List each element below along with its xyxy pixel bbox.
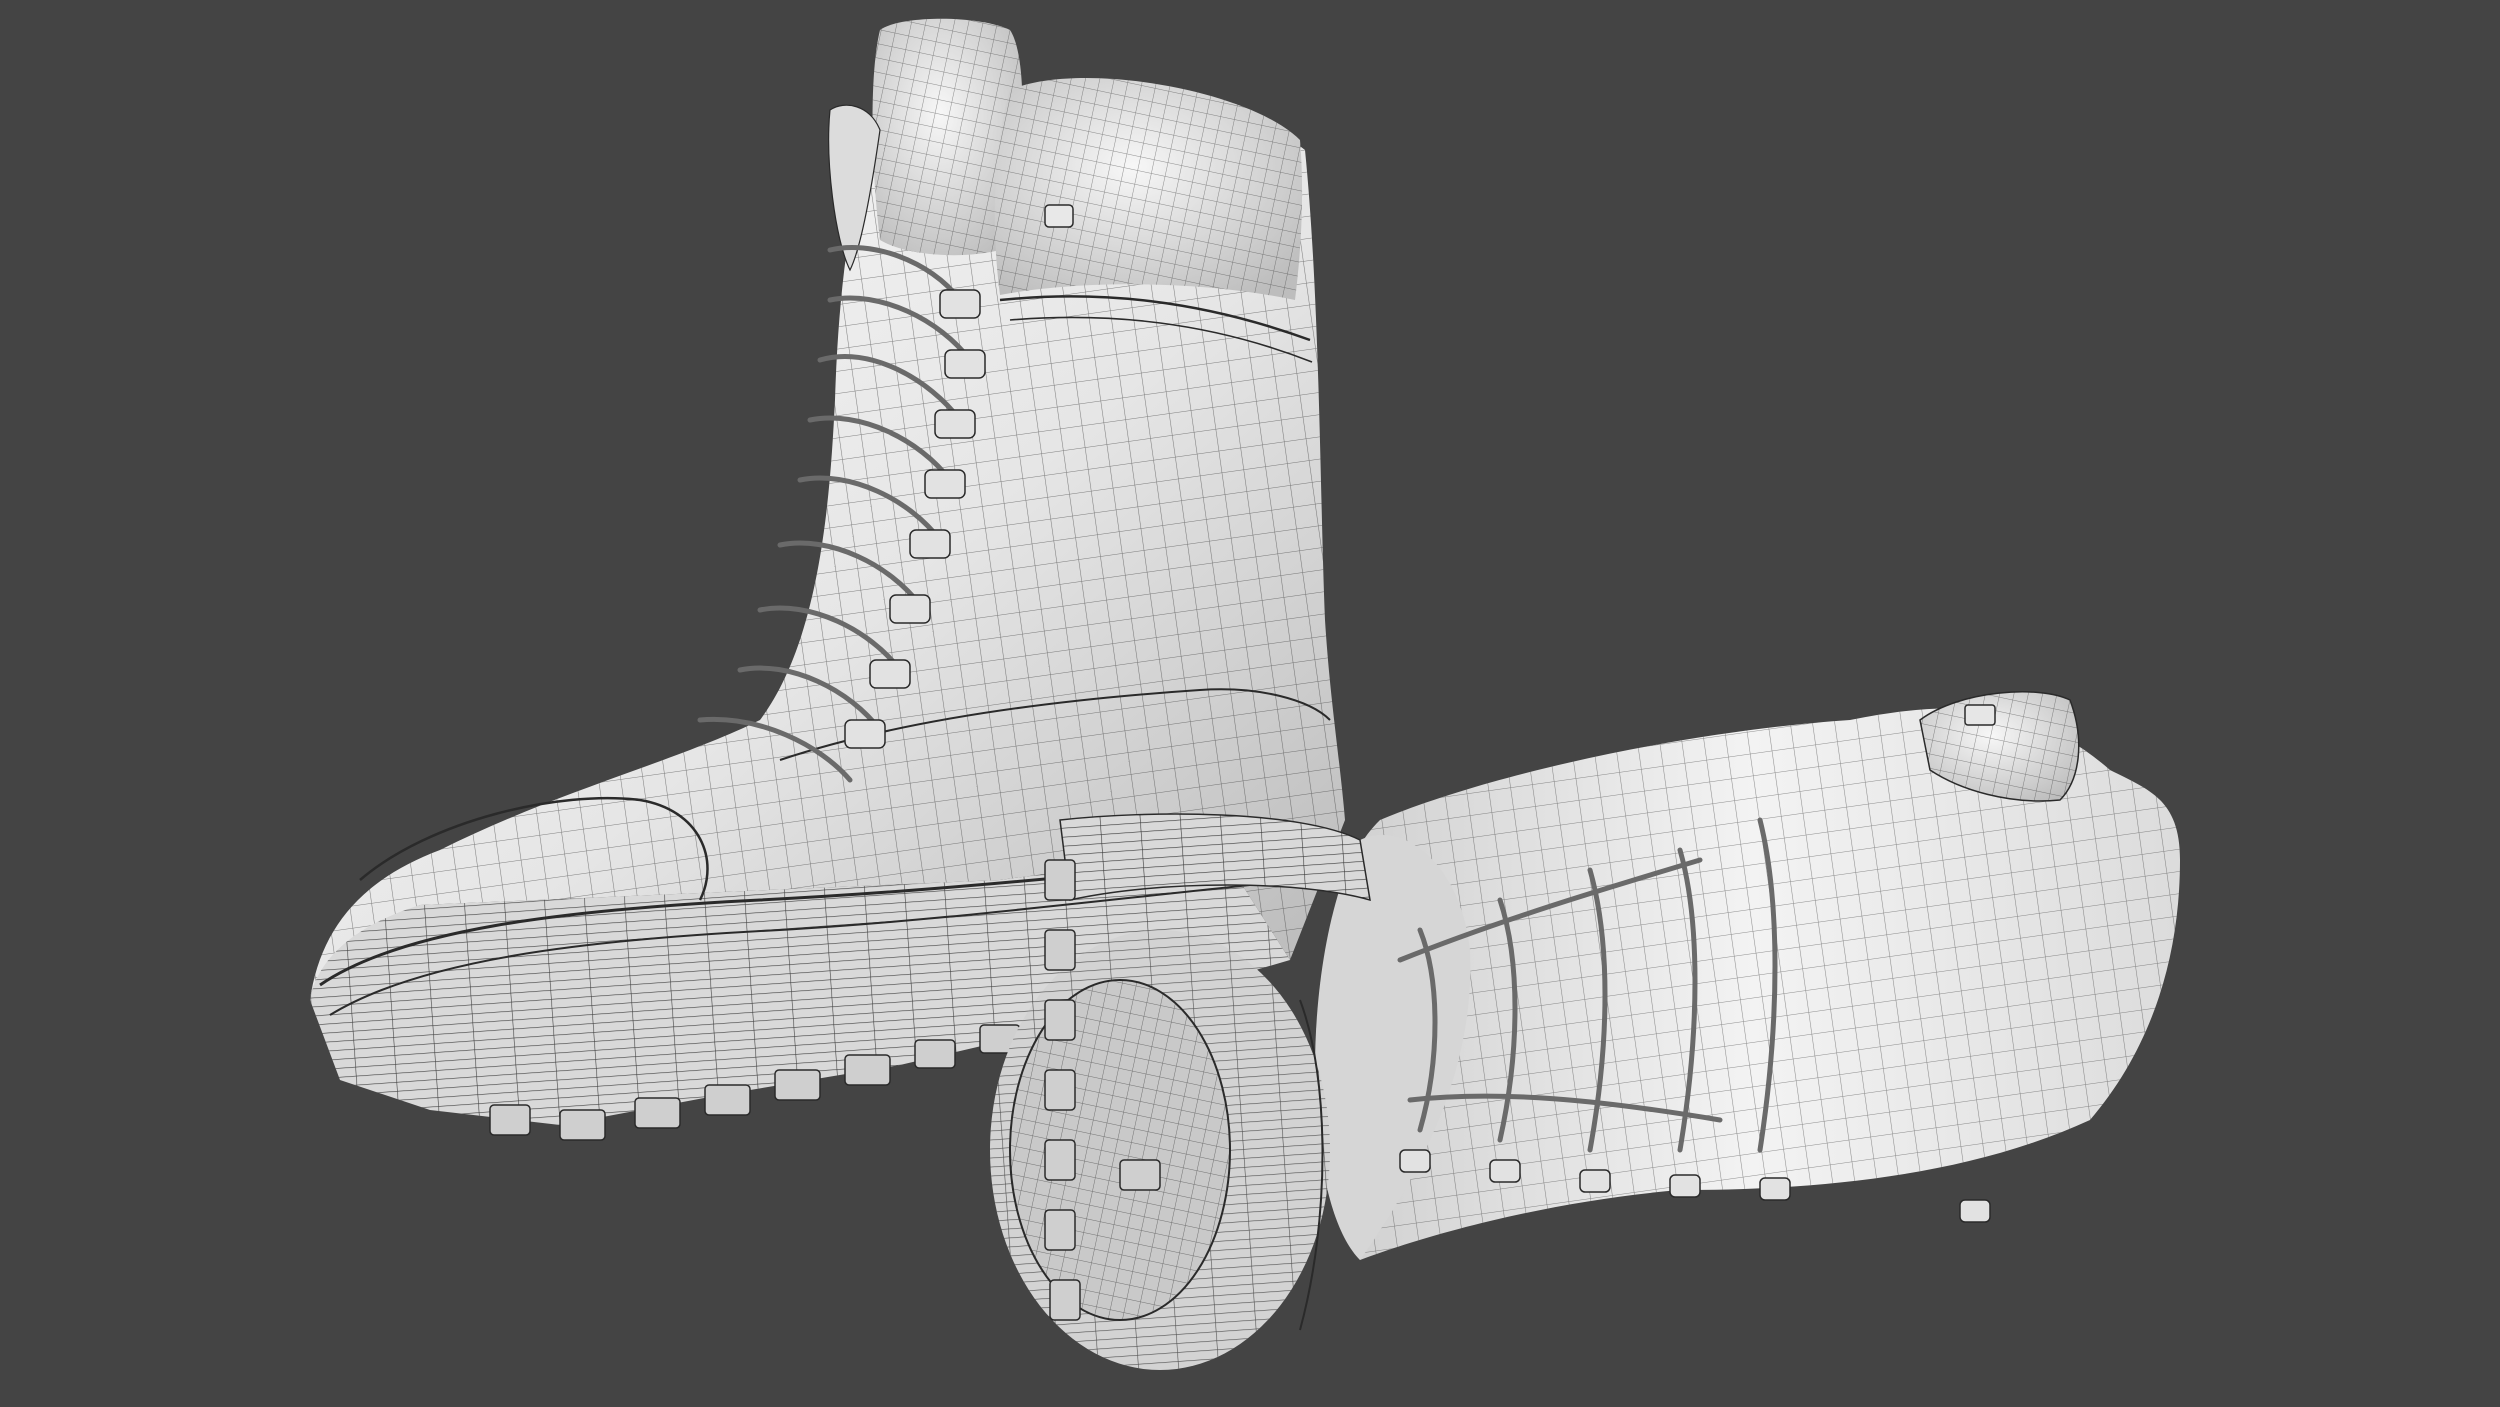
lying-boot-upper bbox=[1315, 691, 2180, 1260]
3d-viewport[interactable] bbox=[0, 0, 2500, 1407]
render-canvas bbox=[310, 18, 2180, 1370]
